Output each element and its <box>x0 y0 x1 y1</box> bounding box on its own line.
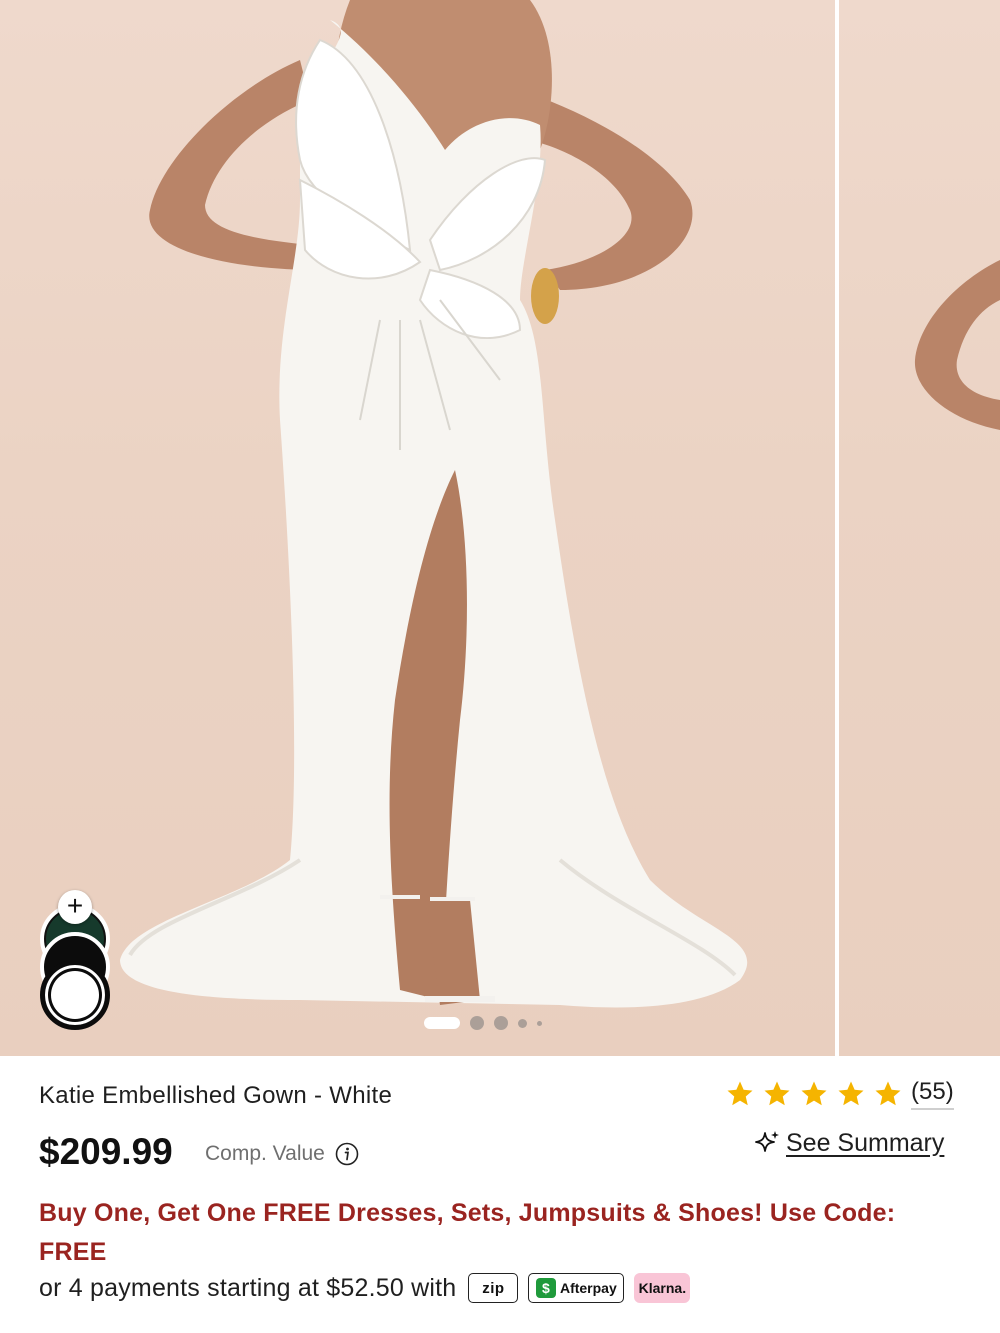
afterpay-badge[interactable]: $ Afterpay <box>528 1273 625 1303</box>
see-summary-link[interactable]: See Summary <box>752 1128 944 1158</box>
carousel-pagination <box>424 1016 542 1030</box>
product-image-main[interactable]: + <box>0 0 835 1056</box>
star-icon <box>801 1081 827 1106</box>
star-icon <box>727 1081 753 1106</box>
rating-stars <box>725 1079 903 1109</box>
product-rating[interactable]: (55) <box>725 1078 954 1110</box>
see-summary-label: See Summary <box>786 1128 945 1157</box>
sparkle-icon <box>755 1131 779 1152</box>
swatch-white-selected[interactable] <box>40 960 110 1030</box>
product-price: $209.99 <box>39 1131 173 1172</box>
star-icon <box>764 1081 790 1106</box>
model-photo <box>0 0 835 1056</box>
pagination-dot[interactable] <box>494 1016 508 1030</box>
installment-payments: or 4 payments starting at $52.50 with zi… <box>39 1273 691 1303</box>
comp-value: Comp. Value <box>205 1142 359 1166</box>
afterpay-logo-text: Afterpay <box>559 1280 617 1296</box>
info-icon[interactable] <box>335 1142 359 1166</box>
product-image-carousel[interactable]: + <box>0 0 1000 1056</box>
pagination-dot[interactable] <box>537 1020 542 1026</box>
color-swatches: + <box>40 890 112 1040</box>
product-title: Katie Embellished Gown - White <box>39 1082 393 1109</box>
afterpay-dollar-icon: $ <box>535 1278 556 1298</box>
zip-logo-text: zip <box>482 1279 505 1297</box>
zip-badge[interactable]: zip <box>468 1273 519 1303</box>
installment-text: or 4 payments starting at $52.50 with <box>39 1273 457 1302</box>
star-icon <box>838 1081 864 1106</box>
pagination-dot[interactable] <box>470 1016 484 1030</box>
pagination-dot-active[interactable] <box>424 1017 460 1029</box>
comp-value-label: Comp. Value <box>205 1142 325 1165</box>
promo-banner: Buy One, Get One FREE Dresses, Sets, Jum… <box>39 1199 896 1266</box>
klarna-badge[interactable]: Klarna. <box>634 1273 691 1303</box>
review-count-link[interactable]: (55) <box>911 1078 954 1110</box>
pagination-dot[interactable] <box>518 1018 527 1028</box>
star-icon <box>875 1081 901 1106</box>
klarna-logo-text: Klarna. <box>638 1280 687 1296</box>
add-swatch-button[interactable]: + <box>58 890 92 924</box>
product-image-next[interactable] <box>839 0 1000 1056</box>
product-info: Katie Embellished Gown - White (55) $209… <box>0 1056 1000 1333</box>
model-photo-partial <box>914 260 1000 430</box>
